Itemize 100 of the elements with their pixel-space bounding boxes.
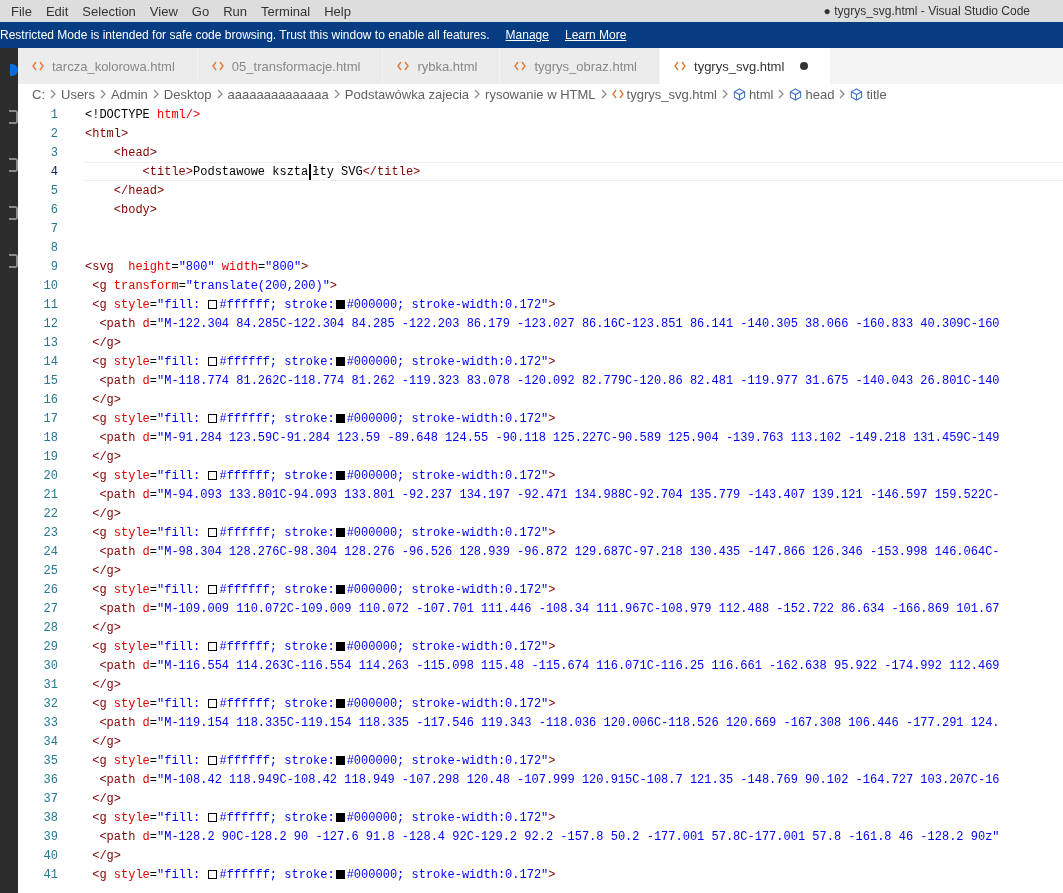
line-number: 7: [49, 221, 58, 236]
color-swatch[interactable]: [335, 357, 345, 366]
color-swatch[interactable]: [335, 813, 345, 822]
breadcrumb-item[interactable]: Admin: [110, 86, 148, 102]
color-swatch[interactable]: [208, 699, 218, 708]
line-number: 10: [42, 278, 58, 293]
color-swatch[interactable]: [335, 414, 345, 423]
color-swatch[interactable]: [208, 414, 218, 423]
activity-icon[interactable]: [9, 158, 18, 172]
breadcrumb-item[interactable]: title: [866, 86, 887, 102]
color-swatch[interactable]: [335, 642, 345, 651]
code-line: <g style="fill: #ffffff; stroke: #000000; stroke-width:0.172">: [91, 353, 557, 371]
line-number: 8: [49, 240, 58, 255]
line-number: 4: [49, 164, 58, 179]
chevron-icon: [332, 89, 341, 99]
color-swatch[interactable]: [335, 300, 345, 309]
color-swatch[interactable]: [208, 756, 218, 765]
color-swatch[interactable]: [208, 528, 218, 537]
color-swatch[interactable]: [335, 585, 345, 594]
line-number: 29: [42, 639, 58, 654]
badge-icon[interactable]: [10, 64, 18, 76]
breadcrumb-item[interactable]: rysowanie w HTML: [485, 86, 596, 102]
line-number: 18: [42, 430, 58, 445]
breadcrumb-item[interactable]: C:: [32, 86, 45, 102]
color-swatch[interactable]: [335, 528, 345, 537]
cube-icon: [789, 87, 803, 101]
code-line: <path d="M-119.154 118.335C-119.154 118.335 -117.546 119.343 -118.036 120.006C-118.526 120.669 -167.308 106.446 -177.291 124.: [98, 714, 1001, 732]
menu-item[interactable]: Help: [317, 3, 358, 19]
tab-label: rybka.html: [417, 58, 478, 74]
color-swatch[interactable]: [208, 642, 218, 651]
editor-tab[interactable]: tygrys_svg.html: [660, 48, 832, 84]
code-line: <path d="M-94.093 133.801C-94.093 133.801 -92.237 134.197 -92.471 134.988C-92.704 135.779 -143.407 139.121 -146.597 159.522C-: [98, 486, 1001, 504]
code-line: </g>: [91, 562, 122, 580]
breadcrumb-item[interactable]: Desktop: [163, 86, 212, 102]
color-swatch[interactable]: [208, 300, 218, 309]
activity-icon[interactable]: [9, 110, 18, 124]
code-line: <path d="M-109.009 110.072C-109.009 110.072 -107.701 111.446 -108.34 111.967C-108.979 112.488 -152.722 86.634 -166.869 101.67: [98, 600, 1001, 618]
tab-label: tarcza_kolorowa.html: [52, 58, 175, 74]
code-line: </g>: [91, 790, 122, 808]
chevron-icon: [720, 89, 729, 99]
menu-item[interactable]: Terminal: [254, 3, 318, 19]
line-number: 27: [42, 601, 58, 616]
code-line: <g style="fill: #ffffff; stroke: #000000; stroke-width:0.172">: [91, 866, 557, 884]
breadcrumb-item[interactable]: head: [805, 86, 835, 102]
menu-item[interactable]: File: [4, 3, 39, 19]
tab-label: 05_transformacje.html: [231, 58, 361, 74]
color-swatch[interactable]: [208, 357, 218, 366]
breadcrumb-item[interactable]: aaaaaaaaaaaaaa: [227, 86, 329, 102]
color-swatch[interactable]: [335, 756, 345, 765]
line-number: 22: [42, 506, 58, 521]
menu-item[interactable]: Go: [184, 3, 217, 19]
line-number: 17: [42, 411, 58, 426]
line-number: 21: [42, 487, 58, 502]
cube-icon: [732, 87, 746, 101]
color-swatch[interactable]: [335, 870, 345, 879]
line-number: 32: [42, 696, 58, 711]
line-number: 24: [42, 544, 58, 559]
breadcrumb-item[interactable]: tygrys_svg.html: [626, 86, 717, 102]
tab-label: tygrys_svg.html: [694, 58, 785, 74]
line-number: 6: [49, 202, 58, 217]
activity-icon[interactable]: [9, 254, 18, 268]
line-number: 1: [49, 107, 58, 122]
color-swatch[interactable]: [208, 471, 218, 480]
banner-link[interactable]: Manage: [505, 28, 549, 42]
code-line: </g>: [91, 448, 122, 466]
color-swatch[interactable]: [335, 699, 345, 708]
color-swatch[interactable]: [208, 585, 218, 594]
line-number: 23: [42, 525, 58, 540]
tab-label: tygrys_obraz.html: [534, 58, 637, 74]
breadcrumb-item[interactable]: Users: [61, 86, 95, 102]
line-number: 34: [42, 734, 58, 749]
breadcrumb-item[interactable]: html: [748, 86, 774, 102]
line-number: 9: [49, 259, 58, 274]
line-number: 16: [42, 392, 58, 407]
code-line: </g>: [91, 505, 122, 523]
color-swatch[interactable]: [335, 471, 345, 480]
color-swatch[interactable]: [208, 813, 218, 822]
chevron-icon: [49, 89, 57, 99]
line-number: 36: [42, 772, 58, 787]
code-line: <!DOCTYPE html/>: [85, 106, 202, 124]
breadcrumb-item[interactable]: Podstawówka zajecia: [344, 86, 470, 102]
line-number: 20: [42, 468, 58, 483]
banner-link[interactable]: Learn More: [564, 28, 627, 42]
code-line: <title>Podstawowe kszta łty SVG</title>: [85, 162, 1063, 181]
activity-icon[interactable]: [9, 206, 18, 220]
menu-item[interactable]: Edit: [38, 3, 76, 19]
color-swatch[interactable]: [208, 870, 218, 879]
code-line: <path d="M-108.42 118.949C-108.42 118.949 -107.298 120.48 -107.999 120.915C-108.7 121.35 -148.769 90.102 -164.727 103.207C-16: [98, 771, 1001, 789]
line-number: 38: [42, 810, 58, 825]
code-line: <path d="M-116.554 114.263C-116.554 114.263 -115.098 115.48 -115.674 116.071C-116.25 116.661 -162.638 95.922 -174.992 112.469: [98, 657, 1001, 675]
line-number: 39: [42, 829, 58, 844]
code-line: <g style="fill: #ffffff; stroke: #000000; stroke-width:0.172">: [91, 410, 557, 428]
code-line: <path d="M-91.284 123.59C-91.284 123.59 -89.648 124.55 -90.118 125.227C-90.589 125.904 -139.763 113.102 -149.218 131.459C-149: [98, 429, 1001, 447]
menu-item[interactable]: Run: [216, 3, 254, 19]
code-line: </g>: [91, 676, 122, 694]
menu-item[interactable]: Selection: [75, 3, 143, 19]
code-line: <g transform="translate(200,200)">: [91, 277, 339, 295]
chevron-icon: [215, 89, 224, 99]
line-number: 30: [42, 658, 58, 673]
menu-item[interactable]: View: [142, 3, 185, 19]
